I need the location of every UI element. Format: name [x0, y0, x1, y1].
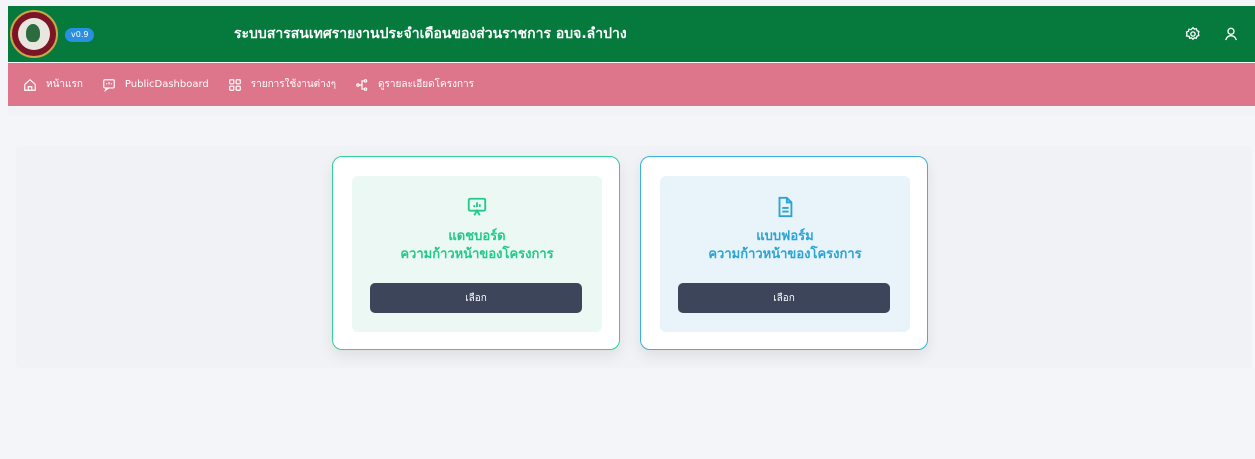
form-card: แบบฟอร์ม ความก้าวหน้าของโครงการ เลือก: [640, 156, 928, 350]
grid-icon: [227, 77, 243, 93]
nav-item-label: PublicDashboard: [124, 79, 209, 90]
card-title-line1: แบบฟอร์ม: [756, 229, 814, 244]
card-body: แบบฟอร์ม ความก้าวหน้าของโครงการ เลือก: [660, 176, 910, 332]
top-header: v0.9 ระบบสารสนเทศรายงานประจำเดือนของส่วน…: [8, 6, 1255, 62]
content-panel: [16, 146, 1252, 368]
app-title: ระบบสารสนเทศรายงานประจำเดือนของส่วนราชกา…: [234, 26, 627, 42]
logo-emblem: [18, 18, 50, 50]
chat-icon: [101, 77, 117, 93]
organization-logo[interactable]: [10, 10, 58, 58]
nav-item-label: หน้าแรก: [46, 79, 83, 90]
user-icon: [1225, 27, 1237, 41]
card-title: แดชบอร์ด ความก้าวหน้าของโครงการ: [352, 228, 602, 264]
select-dashboard-button[interactable]: เลือก: [370, 283, 582, 313]
gear-icon: [1185, 26, 1200, 41]
content-top-band: [8, 106, 1255, 116]
card-body: แดชบอร์ด ความก้าวหน้าของโครงการ เลือก: [352, 176, 602, 332]
share-icon: [354, 77, 370, 93]
dashboard-card: แดชบอร์ด ความก้าวหน้าของโครงการ เลือก: [332, 156, 620, 350]
nav-item-label: ดูรายละเอียดโครงการ: [378, 79, 475, 90]
nav-item-home[interactable]: หน้าแรก: [22, 77, 83, 93]
settings-button[interactable]: [1183, 24, 1203, 44]
card-title-line2: ความก้าวหน้าของโครงการ: [708, 247, 862, 262]
card-title-line2: ความก้าวหน้าของโครงการ: [400, 247, 554, 262]
document-icon: [660, 196, 910, 218]
card-title: แบบฟอร์ม ความก้าวหน้าของโครงการ: [660, 228, 910, 264]
select-form-button[interactable]: เลือก: [678, 283, 890, 313]
main-navbar: หน้าแรก PublicDashboard รายการใช้งานต่าง…: [8, 63, 1255, 106]
presentation-chart-icon: [352, 196, 602, 218]
user-button[interactable]: [1221, 24, 1241, 44]
home-icon: [22, 77, 38, 93]
nav-item-publicdashboard[interactable]: PublicDashboard: [101, 77, 209, 93]
app-frame: v0.9 ระบบสารสนเทศรายงานประจำเดือนของส่วน…: [8, 6, 1255, 459]
nav-item-project-details[interactable]: ดูรายละเอียดโครงการ: [354, 77, 474, 93]
nav-item-label: รายการใช้งานต่างๆ: [250, 79, 337, 90]
card-title-line1: แดชบอร์ด: [448, 229, 506, 244]
version-badge: v0.9: [65, 28, 95, 42]
nav-item-menu-list[interactable]: รายการใช้งานต่างๆ: [227, 77, 336, 93]
